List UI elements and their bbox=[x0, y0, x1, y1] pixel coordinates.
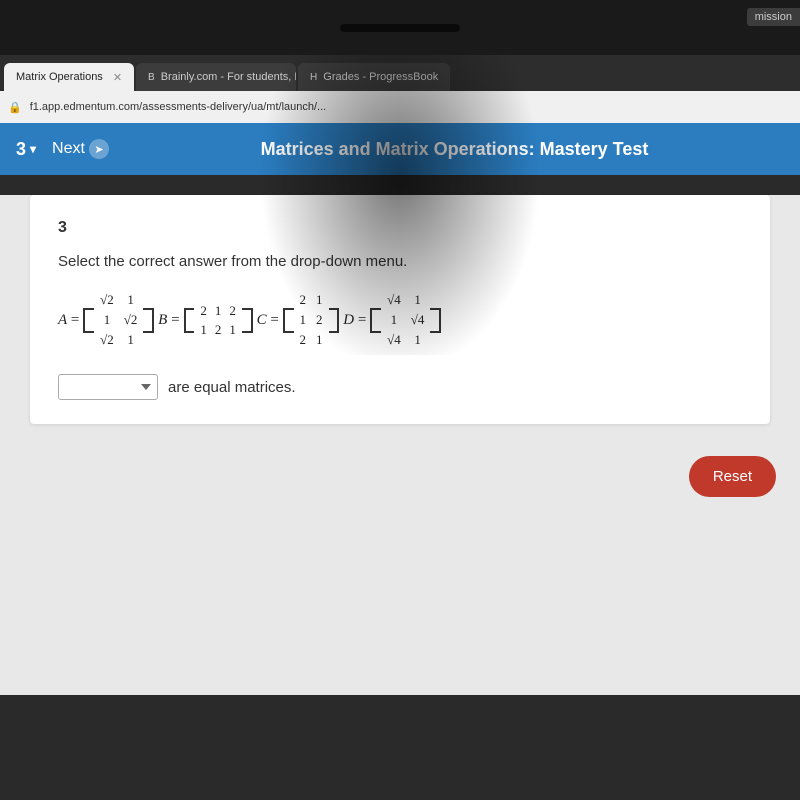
matrix-C-label: C = bbox=[257, 312, 279, 329]
camera-slot bbox=[340, 24, 460, 32]
lock-icon: 🔒 bbox=[8, 101, 22, 114]
answer-row: A and C A and D B and C C and D are equa… bbox=[58, 374, 742, 400]
equal-text: are equal matrices. bbox=[168, 379, 296, 396]
matrix-B-content: 2 1 2 1 2 1 bbox=[200, 301, 236, 340]
question-instruction: Select the correct answer from the drop-… bbox=[58, 253, 742, 270]
bracket-D-right bbox=[430, 308, 441, 333]
matrix-D-r3c2: 1 bbox=[411, 332, 425, 348]
bracket-B-left bbox=[184, 308, 195, 333]
matrix-A-r2c1: 1 bbox=[100, 312, 114, 328]
tab-matrix-operations[interactable]: Matrix Operations ✕ bbox=[4, 63, 134, 91]
matrix-A-label: A = bbox=[58, 312, 79, 329]
matrix-B-r1c3: 2 bbox=[229, 303, 236, 319]
matrix-A-r3c1: √2 bbox=[100, 332, 114, 348]
mission-label: mission bbox=[755, 11, 792, 23]
bracket-A-left bbox=[83, 308, 94, 333]
matrix-B-r1c1: 2 bbox=[200, 303, 207, 319]
matrix-B-label: B = bbox=[158, 312, 179, 329]
matrix-C-r3c1: 2 bbox=[300, 332, 307, 348]
reset-button[interactable]: Reset bbox=[689, 456, 776, 497]
matrix-C-r2c2: 2 bbox=[316, 312, 323, 328]
matrix-D-content: √4 1 1 √4 √4 1 bbox=[387, 290, 424, 350]
matrix-C-content: 2 1 1 2 2 1 bbox=[300, 290, 323, 350]
matrix-B-r2c3: 1 bbox=[229, 322, 236, 338]
question-number-control[interactable]: 3 ▾ bbox=[16, 139, 36, 160]
tab-brainly[interactable]: B Brainly.com - For students, By... ✕ bbox=[136, 63, 296, 91]
page-title: Matrices and Matrix Operations: Mastery … bbox=[125, 139, 784, 160]
tab-favicon-brainly: B bbox=[148, 72, 155, 83]
question-number-badge: 3 bbox=[58, 219, 742, 237]
matrix-A-r1c2: 1 bbox=[124, 292, 138, 308]
bracket-A-right bbox=[143, 308, 154, 333]
matrix-A-r2c2: √2 bbox=[124, 312, 138, 328]
matrix-D-label: D = bbox=[343, 312, 366, 329]
answer-dropdown[interactable]: A and C A and D B and C C and D bbox=[58, 374, 158, 400]
bottom-bar: Reset bbox=[0, 444, 800, 509]
matrix-B-r1c2: 1 bbox=[215, 303, 222, 319]
tab-label-grades: Grades - ProgressBook bbox=[323, 71, 438, 83]
tab-close-matrix[interactable]: ✕ bbox=[113, 71, 122, 84]
matrix-D-r1c2: 1 bbox=[411, 292, 425, 308]
math-display: A = √2 1 1 √2 √2 1 B = 2 1 2 1 2 1 bbox=[58, 290, 742, 350]
matrix-D-r2c2: √4 bbox=[411, 312, 425, 328]
laptop-bezel-top bbox=[0, 0, 800, 55]
matrix-B-r2c1: 1 bbox=[200, 322, 207, 338]
next-label: Next bbox=[52, 140, 85, 158]
tab-grades[interactable]: H Grades - ProgressBook bbox=[298, 63, 450, 91]
tab-label-matrix: Matrix Operations bbox=[16, 71, 103, 83]
matrix-D-r3c1: √4 bbox=[387, 332, 401, 348]
question-card: 3 Select the correct answer from the dro… bbox=[30, 195, 770, 424]
matrix-A-content: √2 1 1 √2 √2 1 bbox=[100, 290, 137, 350]
browser-chrome: Matrix Operations ✕ B Brainly.com - For … bbox=[0, 55, 800, 175]
tab-bar: Matrix Operations ✕ B Brainly.com - For … bbox=[0, 55, 800, 91]
matrix-D-r1c1: √4 bbox=[387, 292, 401, 308]
next-button[interactable]: Next ➤ bbox=[52, 139, 109, 159]
matrix-C-r3c2: 1 bbox=[316, 332, 323, 348]
address-text: f1.app.edmentum.com/assessments-delivery… bbox=[30, 101, 792, 113]
matrix-A-r1c1: √2 bbox=[100, 292, 114, 308]
matrix-B-r2c2: 2 bbox=[215, 322, 222, 338]
matrix-C-r2c1: 1 bbox=[300, 312, 307, 328]
app-header: 3 ▾ Next ➤ Matrices and Matrix Operation… bbox=[0, 123, 800, 175]
bracket-C-left bbox=[283, 308, 294, 333]
main-content: 3 Select the correct answer from the dro… bbox=[0, 195, 800, 695]
tab-favicon-grades: H bbox=[310, 72, 317, 83]
bracket-D-left bbox=[370, 308, 381, 333]
matrix-C-r1c1: 2 bbox=[300, 292, 307, 308]
question-num-text: 3 bbox=[16, 139, 26, 160]
next-circle-icon: ➤ bbox=[89, 139, 109, 159]
mission-badge: mission bbox=[747, 8, 800, 26]
address-bar: 🔒 f1.app.edmentum.com/assessments-delive… bbox=[0, 91, 800, 123]
matrix-D-r2c1: 1 bbox=[387, 312, 401, 328]
matrix-C-r1c2: 1 bbox=[316, 292, 323, 308]
tab-label-brainly: Brainly.com - For students, By... bbox=[161, 71, 296, 83]
bracket-B-right bbox=[242, 308, 253, 333]
chevron-down-icon: ▾ bbox=[30, 142, 36, 156]
matrix-A-r3c2: 1 bbox=[124, 332, 138, 348]
bracket-C-right bbox=[329, 308, 340, 333]
